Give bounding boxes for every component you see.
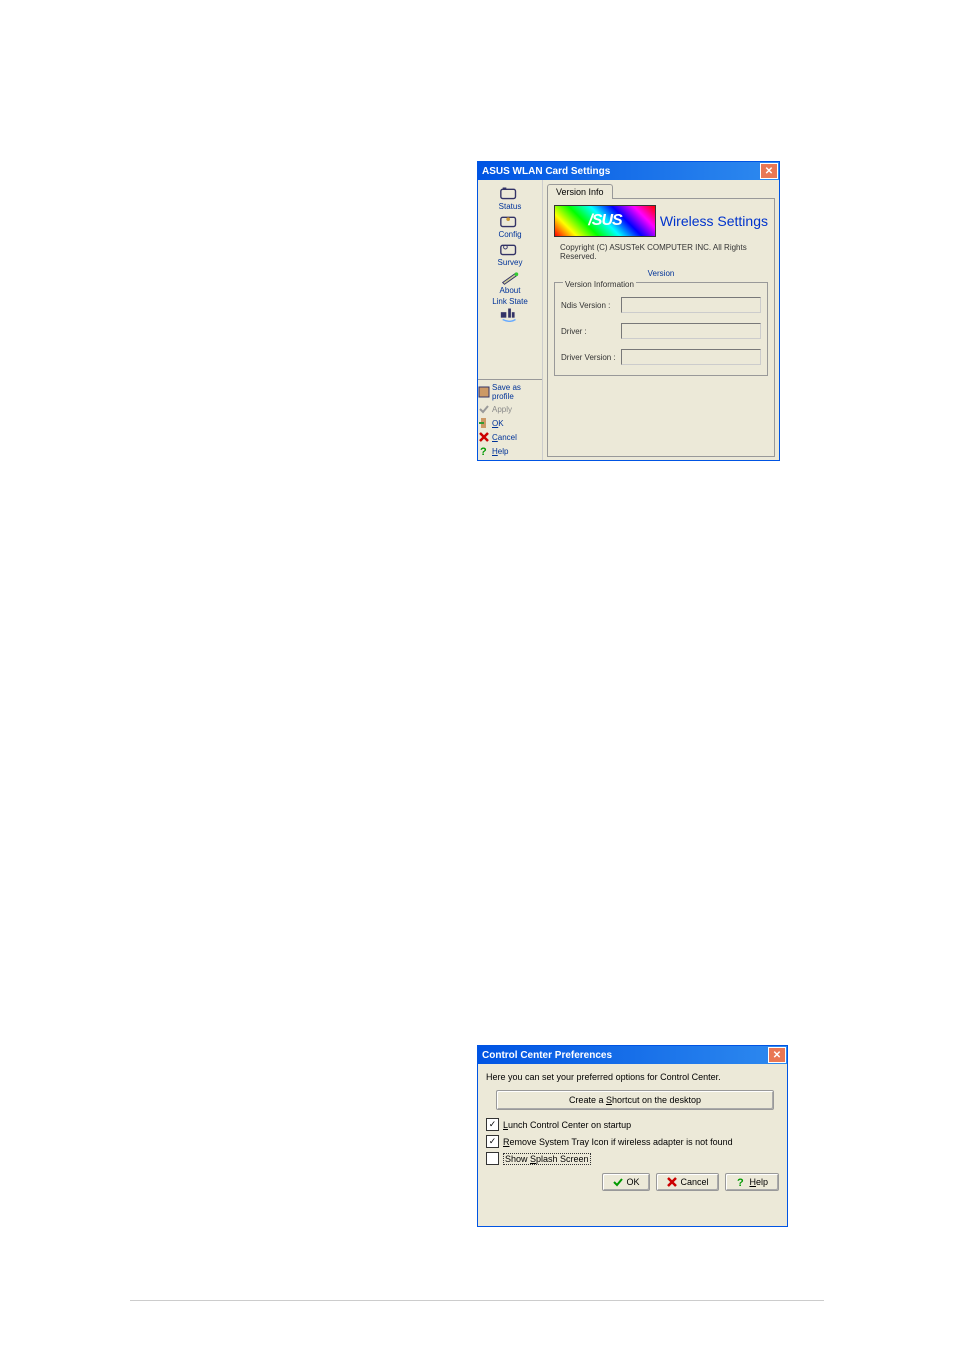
version-header: Version bbox=[554, 269, 768, 278]
linkstate-icon bbox=[499, 306, 521, 322]
status-icon bbox=[499, 185, 521, 201]
ok-button[interactable]: OK bbox=[602, 1173, 650, 1191]
sidebar-item-config[interactable]: Config bbox=[478, 213, 542, 239]
action-label: Apply bbox=[492, 405, 512, 414]
checkmark-icon bbox=[613, 1177, 623, 1187]
cancel-x-icon bbox=[478, 431, 490, 443]
driver-label: Driver : bbox=[561, 327, 621, 336]
checkbox-label: Show Splash Screen bbox=[503, 1153, 591, 1165]
ok-door-icon bbox=[478, 417, 490, 429]
action-label: Cancel bbox=[492, 433, 517, 442]
tab-panel: /SUS Wireless Settings Copyright (C) ASU… bbox=[547, 198, 775, 457]
checkbox-label: Lunch Control Center on startup bbox=[503, 1120, 631, 1130]
panel-heading: Wireless Settings bbox=[660, 213, 768, 229]
splash-screen-checkbox-row[interactable]: Show Splash Screen bbox=[486, 1152, 779, 1165]
config-icon bbox=[499, 213, 521, 229]
asus-logo: /SUS bbox=[554, 205, 656, 237]
ndis-value bbox=[621, 297, 761, 313]
question-icon: ? bbox=[736, 1177, 746, 1187]
sidebar-item-status[interactable]: Status bbox=[478, 185, 542, 211]
save-icon bbox=[478, 386, 490, 398]
sidebar-item-label: Link State bbox=[492, 297, 528, 306]
apply-button: Apply bbox=[474, 402, 546, 416]
cancel-button[interactable]: Cancel bbox=[656, 1173, 719, 1191]
about-icon bbox=[499, 269, 521, 285]
driver-value bbox=[621, 323, 761, 339]
button-label: OK bbox=[626, 1177, 639, 1187]
button-label: Create a Shortcut on the desktop bbox=[569, 1095, 701, 1105]
help-button[interactable]: ? Help bbox=[725, 1173, 779, 1191]
action-label: Help bbox=[492, 447, 508, 456]
ndis-label: Ndis Version : bbox=[561, 301, 621, 310]
lunch-startup-checkbox-row[interactable]: ✓ Lunch Control Center on startup bbox=[486, 1118, 779, 1131]
checkbox-label: Remove System Tray Icon if wireless adap… bbox=[503, 1137, 733, 1147]
close-icon: ✕ bbox=[765, 166, 773, 177]
apply-icon bbox=[478, 403, 490, 415]
close-icon: ✕ bbox=[773, 1050, 781, 1061]
page-divider bbox=[130, 1300, 824, 1301]
action-label: OK bbox=[492, 419, 504, 428]
create-shortcut-button[interactable]: Create a Shortcut on the desktop bbox=[496, 1090, 774, 1110]
save-profile-button[interactable]: Save as profile bbox=[474, 382, 546, 402]
checkbox-checked-icon[interactable]: ✓ bbox=[486, 1118, 499, 1131]
control-center-preferences-dialog: Control Center Preferences ✕ Here you ca… bbox=[477, 1045, 788, 1227]
tab-label: Version Info bbox=[556, 187, 604, 197]
action-label: Save as profile bbox=[492, 383, 542, 401]
help-question-icon: ? bbox=[478, 445, 490, 457]
svg-text:?: ? bbox=[480, 446, 487, 457]
dialog-description: Here you can set your preferred options … bbox=[486, 1072, 779, 1082]
cancel-button[interactable]: Cancel bbox=[474, 430, 546, 444]
button-label: Cancel bbox=[680, 1177, 708, 1187]
copyright-text: Copyright (C) ASUSTeK COMPUTER INC. All … bbox=[560, 243, 768, 261]
checkbox-checked-icon[interactable]: ✓ bbox=[486, 1135, 499, 1148]
sidebar-item-label: Config bbox=[498, 230, 521, 239]
button-label: Help bbox=[749, 1177, 768, 1187]
sidebar-item-survey[interactable]: Survey bbox=[478, 241, 542, 267]
titlebar: ASUS WLAN Card Settings ✕ bbox=[478, 162, 779, 180]
sidebar-item-about[interactable]: About bbox=[478, 269, 542, 295]
wlan-settings-dialog: ASUS WLAN Card Settings ✕ Status Config … bbox=[477, 161, 780, 461]
x-icon bbox=[667, 1177, 677, 1187]
sidebar-item-label: Survey bbox=[498, 258, 523, 267]
sidebar-item-label: Status bbox=[499, 202, 522, 211]
fieldset-legend: Version Information bbox=[563, 280, 636, 289]
remove-tray-checkbox-row[interactable]: ✓ Remove System Tray Icon if wireless ad… bbox=[486, 1135, 779, 1148]
titlebar-text: ASUS WLAN Card Settings bbox=[482, 166, 610, 177]
svg-text:?: ? bbox=[737, 1177, 744, 1187]
driver-version-label: Driver Version : bbox=[561, 353, 621, 362]
titlebar-text: Control Center Preferences bbox=[482, 1050, 612, 1061]
titlebar: Control Center Preferences ✕ bbox=[478, 1046, 787, 1064]
logo-text: /SUS bbox=[588, 212, 621, 230]
close-button[interactable]: ✕ bbox=[760, 163, 778, 179]
ok-button[interactable]: OK bbox=[474, 416, 546, 430]
help-button[interactable]: ? Help bbox=[474, 444, 546, 458]
tab-version-info[interactable]: Version Info bbox=[547, 184, 613, 199]
close-button[interactable]: ✕ bbox=[768, 1047, 786, 1063]
sidebar-item-label: About bbox=[500, 286, 521, 295]
sidebar: Status Config Survey About Link State bbox=[478, 180, 543, 460]
sidebar-item-linkstate[interactable]: Link State bbox=[478, 297, 542, 323]
version-fieldset: Version Information Ndis Version : Drive… bbox=[554, 282, 768, 376]
checkbox-unchecked-icon[interactable] bbox=[486, 1152, 499, 1165]
driver-version-value bbox=[621, 349, 761, 365]
survey-icon bbox=[499, 241, 521, 257]
